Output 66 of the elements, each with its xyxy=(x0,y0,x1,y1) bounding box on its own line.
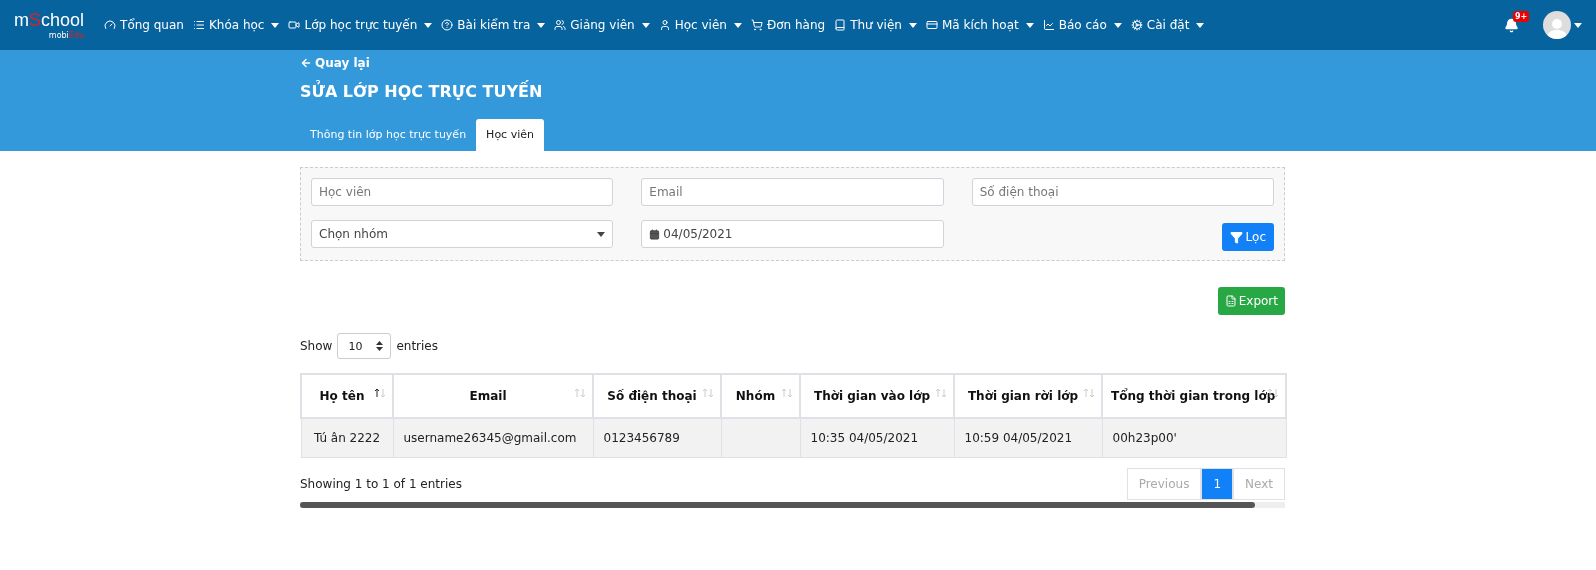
column-header[interactable]: Thời gian vào lớp xyxy=(800,374,954,418)
nav-item[interactable]: Cài đặt xyxy=(1130,18,1205,32)
input-field[interactable]: Email xyxy=(641,178,944,206)
spreadsheet-icon xyxy=(1224,295,1237,307)
caret-icon xyxy=(1113,22,1122,28)
table-cell: 00h23p00' xyxy=(1102,418,1286,458)
scrollbar-thumb[interactable] xyxy=(300,502,1256,508)
caret-icon xyxy=(1574,22,1582,28)
bell-icon[interactable] xyxy=(1504,17,1519,33)
tab[interactable]: Học viên xyxy=(476,119,544,151)
nav-item[interactable]: Bài kiểm tra xyxy=(441,18,546,32)
caret-icon xyxy=(424,22,433,28)
users-icon xyxy=(554,19,567,31)
avatar[interactable] xyxy=(1543,11,1571,39)
caret-icon xyxy=(1196,22,1205,28)
sort-caret-icon xyxy=(376,341,384,351)
line-chart-icon xyxy=(1042,19,1055,31)
table-cell: username26345@gmail.com xyxy=(393,418,593,458)
credit-card-icon xyxy=(925,19,938,31)
caret-icon xyxy=(908,22,917,28)
caret-icon xyxy=(733,22,742,28)
logo[interactable]: mSchool mobiEdu xyxy=(14,10,85,40)
filter-button[interactable]: Lọc xyxy=(1222,223,1274,251)
calendar-icon xyxy=(649,228,661,240)
nav-item[interactable]: Lớp học trực tuyến xyxy=(288,18,433,32)
nav-item[interactable]: Tổng quan xyxy=(104,18,184,32)
caret-icon xyxy=(597,231,606,237)
book-icon xyxy=(834,19,847,31)
entries-label: entries xyxy=(396,339,438,353)
table-info: Showing 1 to 1 of 1 entries xyxy=(300,477,462,491)
column-header[interactable]: Họ tên xyxy=(301,374,393,418)
column-header[interactable]: Email xyxy=(393,374,593,418)
nav-item[interactable]: Thư viện xyxy=(834,18,917,32)
date-field[interactable]: 04/05/2021 xyxy=(641,220,944,248)
nav-item[interactable]: Báo cáo xyxy=(1042,18,1122,32)
help-icon xyxy=(441,19,454,31)
page-title: SỬA LỚP HỌC TRỰC TUYẾN xyxy=(300,82,544,101)
show-label: Show xyxy=(300,339,333,353)
nav-item[interactable]: Mã kích hoạt xyxy=(925,18,1034,32)
nav-item[interactable]: Giảng viên xyxy=(554,18,650,32)
table-cell: Tú ân 2222 xyxy=(301,418,393,458)
video-camera-icon xyxy=(288,19,301,31)
caret-icon xyxy=(271,22,280,28)
table-cell: 0123456789 xyxy=(593,418,721,458)
list-icon xyxy=(192,19,205,31)
nav-item[interactable]: Đơn hàng xyxy=(750,18,826,32)
user-icon xyxy=(658,19,671,31)
settings-icon xyxy=(1130,19,1143,31)
notification-badge: 9+ xyxy=(1513,10,1530,22)
cart-icon xyxy=(750,19,763,31)
input-field[interactable]: Học viên xyxy=(311,178,614,206)
gauge-icon xyxy=(104,19,117,31)
nav-item[interactable]: Học viên xyxy=(658,18,742,32)
caret-icon xyxy=(1025,22,1034,28)
select-field[interactable]: Chọn nhóm xyxy=(311,220,614,248)
table-cell: 10:59 04/05/2021 xyxy=(954,418,1102,458)
filter-icon xyxy=(1230,230,1244,244)
table-cell: 10:35 04/05/2021 xyxy=(800,418,954,458)
page-button[interactable]: 1 xyxy=(1201,468,1234,500)
caret-icon xyxy=(537,22,546,28)
column-header[interactable]: Tổng thời gian trong lớp xyxy=(1102,374,1286,418)
arrow-left-icon xyxy=(300,57,312,69)
page-length-select[interactable]: 10 xyxy=(337,333,392,359)
input-field[interactable]: Số điện thoại xyxy=(971,178,1274,206)
nav-item[interactable]: Khóa học xyxy=(192,18,280,32)
caret-icon xyxy=(641,22,650,28)
